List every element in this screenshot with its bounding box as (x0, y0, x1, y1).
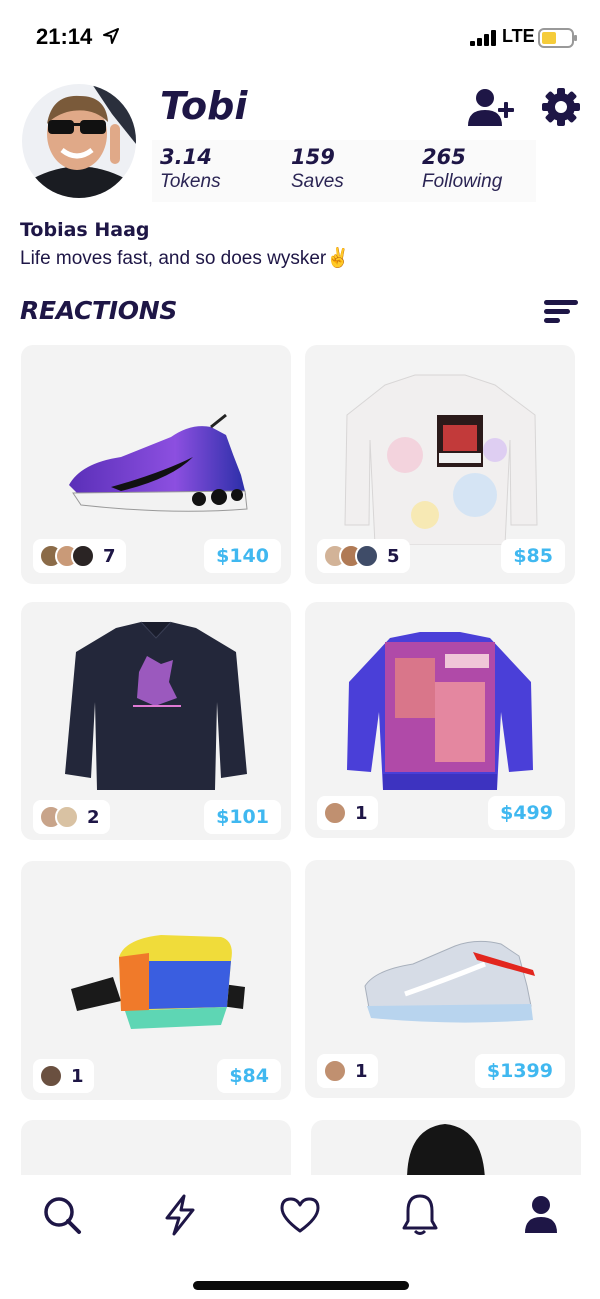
reaction-avatars[interactable]: 2 (33, 800, 110, 834)
reaction-count: 5 (387, 545, 400, 567)
tab-favorites[interactable] (270, 1185, 330, 1245)
profile-bio: Life moves fast, and so does wysker✌️ (20, 248, 350, 269)
location-arrow-icon (103, 28, 119, 44)
tab-notifications[interactable] (390, 1185, 450, 1245)
reaction-count: 7 (103, 545, 116, 567)
product-image-jacket (65, 621, 247, 790)
stat-tokens[interactable]: 3.14 Tokens (160, 144, 221, 194)
stat-label: Following (422, 171, 503, 192)
tab-profile[interactable] (511, 1185, 571, 1245)
product-image-sweater (347, 632, 533, 790)
stat-label: Saves (291, 171, 344, 192)
reaction-count: 1 (71, 1065, 84, 1087)
reaction-avatars[interactable]: 1 (317, 1054, 378, 1088)
reaction-avatars[interactable]: 7 (33, 539, 126, 573)
product-card[interactable]: 1 $499 (305, 602, 575, 838)
status-bar: 21:14 LTE (0, 0, 600, 70)
battery-icon (538, 28, 577, 48)
product-card[interactable]: 1 $1399 (305, 860, 575, 1098)
product-price: $84 (217, 1059, 281, 1093)
settings-gear-icon[interactable] (542, 88, 580, 126)
product-card[interactable]: 2 $101 (21, 602, 291, 840)
bell-icon (402, 1194, 438, 1235)
reactor-avatar (55, 805, 79, 829)
reactor-avatar (39, 1064, 63, 1088)
reaction-avatars[interactable]: 1 (317, 796, 378, 830)
heart-icon (280, 1197, 320, 1233)
tab-search[interactable] (32, 1185, 92, 1245)
product-image-sneaker (69, 413, 248, 512)
stat-following[interactable]: 265 Following (422, 144, 502, 194)
status-time: 21:14 (36, 24, 93, 49)
stat-value: 3.14 (160, 145, 212, 169)
bottom-tab-bar (0, 1175, 600, 1299)
reaction-count: 1 (355, 802, 368, 824)
product-card[interactable]: 5 $85 (305, 345, 575, 584)
signal-icon (470, 30, 496, 46)
search-icon (44, 1197, 81, 1234)
product-card[interactable]: 1 $84 (21, 861, 291, 1100)
home-indicator[interactable] (193, 1281, 409, 1290)
product-price: $85 (501, 539, 565, 573)
stat-saves[interactable]: 159 Saves (291, 144, 344, 194)
profile-avatar[interactable] (22, 84, 136, 198)
stat-value: 159 (291, 145, 335, 169)
reactor-avatar (71, 544, 95, 568)
profile-username: Tobi (160, 84, 248, 128)
product-card[interactable]: 7 $140 (21, 345, 291, 584)
reactor-avatar (355, 544, 379, 568)
stat-value: 265 (422, 145, 466, 169)
section-title: REACTIONS (20, 296, 178, 325)
product-image-hoodie (407, 1124, 485, 1180)
sort-icon[interactable] (542, 298, 580, 326)
product-price: $1399 (474, 1054, 565, 1088)
product-image-air-sneaker (364, 940, 535, 1023)
bolt-icon (165, 1194, 195, 1236)
product-price: $101 (204, 800, 281, 834)
product-price: $499 (488, 796, 565, 830)
profile-stats: 3.14 Tokens 159 Saves 265 Following (152, 140, 536, 202)
reactor-avatar (323, 801, 347, 825)
tab-activity[interactable] (150, 1185, 210, 1245)
product-price: $140 (204, 539, 281, 573)
reaction-avatars[interactable]: 1 (33, 1059, 94, 1093)
reaction-count: 2 (87, 806, 100, 828)
profile-icon (525, 1196, 557, 1233)
reaction-avatars[interactable]: 5 (317, 539, 410, 573)
reaction-count: 1 (355, 1060, 368, 1082)
product-image-waist-bag (71, 935, 245, 1029)
profile-full-name: Tobias Haag (20, 219, 150, 241)
add-friend-icon[interactable] (468, 88, 516, 128)
stat-label: Tokens (160, 171, 221, 192)
reactor-avatar (323, 1059, 347, 1083)
product-image-sweatshirt (344, 374, 538, 545)
network-label: LTE (502, 26, 535, 46)
